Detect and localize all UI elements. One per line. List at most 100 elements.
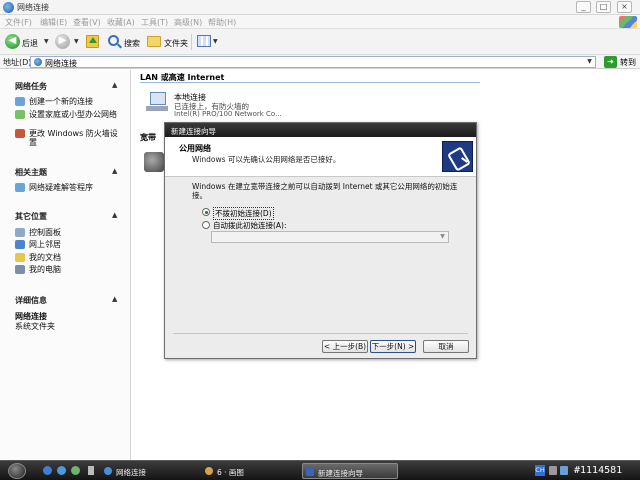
menu-view[interactable]: 查看(V) xyxy=(73,17,101,28)
cancel-button[interactable]: 取消 xyxy=(423,340,469,353)
home-network-icon xyxy=(15,110,25,119)
collapse-chevron-icon[interactable]: ▲ xyxy=(112,211,117,219)
firewall-icon xyxy=(15,129,25,138)
folders-icon[interactable] xyxy=(147,36,161,47)
back-arrow-icon[interactable]: ◀ xyxy=(5,34,20,49)
sidebar-item-troubleshooter[interactable]: 网络疑难解答程序 xyxy=(29,183,93,192)
menu-advanced[interactable]: 高级(N) xyxy=(174,17,202,28)
dialog-header-title: 公用网络 xyxy=(179,144,211,153)
collapse-chevron-icon[interactable]: ▲ xyxy=(112,295,117,303)
network-tray-icon[interactable] xyxy=(560,466,568,475)
up-folder-icon[interactable] xyxy=(86,35,99,48)
search-button-label[interactable]: 搜索 xyxy=(124,38,140,49)
windows-logo-icon xyxy=(619,16,637,28)
search-icon[interactable] xyxy=(108,35,119,46)
sidebar-item-new-connection[interactable]: 创建一个新的连接 xyxy=(29,97,93,106)
network-places-icon xyxy=(15,240,25,249)
other-places-heading[interactable]: 其它位置 xyxy=(15,211,47,222)
back-history-dropdown-icon[interactable]: ▼ xyxy=(44,38,49,45)
window-title: 网络连接 xyxy=(17,3,49,12)
new-connection-wizard-dialog: 新建连接向导 公用网络 Windows 可以先确认公用网络是否已接好。 Wind… xyxy=(164,122,477,359)
taskbar: 网络连接 6 · 画图 新建连接向导 CH #1114581 xyxy=(0,460,640,480)
menu-help[interactable]: 帮助(H) xyxy=(208,17,236,28)
toolbar-separator xyxy=(191,34,192,50)
group-header-broadband: 宽带 xyxy=(140,133,156,142)
connection-wizard-icon xyxy=(442,141,473,172)
forward-history-dropdown-icon[interactable]: ▼ xyxy=(74,38,79,45)
taskbar-item-new-connection-wizard[interactable]: 新建连接向导 xyxy=(302,463,398,479)
address-input[interactable]: 网络连接 ▼ xyxy=(30,56,596,68)
group-divider xyxy=(140,82,480,83)
dialog-header-subtitle: Windows 可以先确认公用网络是否已接好。 xyxy=(192,155,341,164)
sidebar-item-my-documents[interactable]: 我的文档 xyxy=(29,253,61,262)
views-dropdown-icon[interactable]: ▼ xyxy=(213,38,218,45)
details-type: 系统文件夹 xyxy=(15,322,55,331)
auto-dial-label[interactable]: 自动拨此初始连接(A): xyxy=(213,220,287,231)
paint-icon xyxy=(205,467,213,475)
dialog-title-bar[interactable]: 新建连接向导 xyxy=(165,123,476,137)
network-connections-icon xyxy=(104,467,112,475)
forward-arrow-icon[interactable]: ▶ xyxy=(55,34,70,49)
language-indicator[interactable]: CH xyxy=(535,465,545,476)
address-value[interactable]: 网络连接 xyxy=(45,58,77,69)
sidebar-item-home-network[interactable]: 设置家庭或小型办公网络 xyxy=(29,110,119,119)
folders-button-label[interactable]: 文件夹 xyxy=(164,38,188,49)
internet-explorer-icon[interactable] xyxy=(57,466,66,475)
menu-file[interactable]: 文件(F) xyxy=(5,17,32,28)
auto-dial-radio[interactable] xyxy=(202,221,210,229)
network-connections-icon xyxy=(34,58,42,66)
local-area-connection-icon[interactable] xyxy=(144,90,170,116)
go-button-label[interactable]: 转到 xyxy=(620,57,636,68)
taskbar-item-network-connections[interactable]: 网络连接 xyxy=(101,463,197,479)
dialog-header: 公用网络 Windows 可以先确认公用网络是否已接好。 xyxy=(165,137,476,177)
menu-tools[interactable]: 工具(T) xyxy=(141,17,168,28)
address-bar: 地址(D) 网络连接 ▼ ➜ 转到 xyxy=(0,55,640,69)
collapse-chevron-icon[interactable]: ▲ xyxy=(112,81,117,89)
standard-toolbar: ◀ 后退 ▼ ▶ ▼ 搜索 文件夹 ▼ xyxy=(0,29,640,55)
address-label: 地址(D) xyxy=(3,58,32,67)
network-tasks-heading[interactable]: 网络任务 xyxy=(15,81,47,92)
see-also-heading[interactable]: 相关主题 xyxy=(15,167,47,178)
close-button[interactable]: × xyxy=(617,1,632,13)
back-button-label[interactable]: 后退 xyxy=(22,38,38,49)
chevron-down-icon[interactable]: ▼ xyxy=(438,233,447,241)
sidebar-item-control-panel[interactable]: 控制面板 xyxy=(29,228,61,237)
menu-bar: 文件(F) 编辑(E) 查看(V) 收藏(A) 工具(T) 高级(N) 帮助(H… xyxy=(0,15,640,29)
broadband-connection-icon[interactable] xyxy=(144,152,164,172)
details-heading[interactable]: 详细信息 xyxy=(15,295,47,306)
ime-icon[interactable] xyxy=(549,466,557,475)
next-button[interactable]: 下一步(N) > xyxy=(370,340,416,353)
my-computer-icon xyxy=(15,265,25,274)
dialog-description: Windows 在建立宽带连接之前可以自动拨到 Internet 或其它公用网络… xyxy=(192,182,458,200)
my-documents-icon xyxy=(15,253,25,262)
task-pane: 网络任务 ▲ 创建一个新的连接 设置家庭或小型办公网络 更改 Windows 防… xyxy=(0,70,131,460)
minimize-button[interactable]: _ xyxy=(576,1,591,13)
menu-edit[interactable]: 编辑(E) xyxy=(40,17,67,28)
views-icon[interactable] xyxy=(197,35,211,47)
sidebar-item-my-computer[interactable]: 我的电脑 xyxy=(29,265,61,274)
window-title-bar: 网络连接 _ □ × xyxy=(0,0,640,15)
quick-launch-chevron-icon[interactable] xyxy=(88,466,94,475)
address-dropdown-icon[interactable]: ▼ xyxy=(585,58,594,66)
start-button[interactable] xyxy=(8,463,26,479)
sidebar-item-firewall[interactable]: 更改 Windows 防火墙设置 xyxy=(29,129,119,147)
collapse-chevron-icon[interactable]: ▲ xyxy=(112,167,117,175)
taskbar-item-paint[interactable]: 6 · 画图 xyxy=(202,463,298,479)
connection-device: Intel(R) PRO/100 Network Co... xyxy=(174,110,282,118)
go-arrow-icon[interactable]: ➜ xyxy=(604,56,617,68)
network-connections-icon xyxy=(3,2,14,13)
maximize-button[interactable]: □ xyxy=(596,1,611,13)
back-button[interactable]: < 上一步(B) xyxy=(322,340,368,353)
sidebar-item-network-places[interactable]: 网上邻居 xyxy=(29,240,61,249)
connection-wizard-icon xyxy=(306,468,314,476)
no-dial-radio[interactable] xyxy=(202,208,210,216)
media-player-icon[interactable] xyxy=(71,466,80,475)
watermark-text: #1114581 xyxy=(574,465,623,476)
initial-connection-select[interactable]: ▼ xyxy=(211,231,449,243)
dialog-divider xyxy=(173,333,468,334)
no-dial-label[interactable]: 不拨初始连接(D) xyxy=(213,207,274,220)
show-desktop-icon[interactable] xyxy=(43,466,52,475)
menu-favorites[interactable]: 收藏(A) xyxy=(107,17,135,28)
troubleshooter-icon xyxy=(15,183,25,192)
new-connection-icon xyxy=(15,97,25,106)
